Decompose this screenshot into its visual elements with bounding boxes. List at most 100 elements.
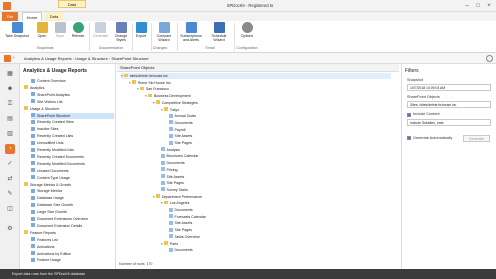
object-list-item[interactable]: Site Assets — [161, 174, 391, 180]
farm-icon[interactable]: ▤ — [5, 114, 15, 124]
object-list-item[interactable]: Documents — [169, 207, 391, 213]
minimize-icon[interactable]: – — [462, 2, 472, 10]
settings-rail-icon[interactable]: ⚙ — [5, 224, 15, 234]
object-list-item[interactable]: Documents — [169, 120, 391, 126]
close-icon[interactable]: × — [484, 2, 494, 10]
tab-file[interactable]: File — [2, 12, 18, 21]
breadcrumb-item[interactable]: Analytics & Usage Reports — [24, 56, 72, 61]
subscriptions-button[interactable]: Subscriptions and Alerts — [178, 22, 204, 44]
report-item[interactable]: Features List — [31, 237, 114, 243]
styles-icon — [115, 22, 127, 33]
object-list-item[interactable]: Documents — [161, 160, 391, 166]
dashboard-icon[interactable]: ▦ — [5, 69, 15, 79]
report-item[interactable]: Recently Modified Documents — [31, 161, 114, 167]
save-button[interactable]: Save — [52, 22, 68, 44]
report-item[interactable]: Activations — [31, 244, 114, 250]
report-item[interactable]: Activations by Edition — [31, 251, 114, 257]
object-site-item[interactable]: ▾ Tokyo — [161, 107, 391, 113]
include-content-select[interactable]: Include Subsites, Lists — [407, 119, 491, 126]
object-site-item[interactable]: ▾ sites/delete.itchouse.inc — [121, 73, 391, 79]
report-item[interactable]: SharePoint Analytics — [31, 92, 114, 98]
object-list-item[interactable]: Documents — [169, 247, 391, 253]
nav-rail: ▦ ☻ ⚿ ▤ ▥ ◔ ✓ ⇄ ✎ ◫ ⚙ — [0, 64, 20, 269]
change-styles-button[interactable]: Change Styles — [111, 22, 131, 44]
report-item[interactable]: Recently Created Sites — [31, 119, 114, 125]
object-list-item[interactable]: Payroll — [169, 127, 391, 133]
sites-icon[interactable]: ◫ — [5, 204, 15, 214]
object-site-item[interactable]: ▾ Paris — [161, 241, 391, 247]
report-item[interactable]: Recently Created Documents — [31, 154, 114, 160]
compare-wizard-button[interactable]: Compare Wizard — [153, 22, 175, 44]
export-label: Export — [135, 34, 147, 38]
object-list-item[interactable]: Survey Tasks — [161, 187, 391, 193]
object-site-item[interactable]: ▾ Competitive Strategies — [153, 100, 391, 106]
object-site-item[interactable]: ▾ Business Development — [145, 93, 391, 99]
object-list-item[interactable]: Annual Goals — [169, 113, 391, 119]
report-item[interactable]: Database Size Growth — [31, 202, 114, 208]
open-button[interactable]: Open — [34, 22, 50, 44]
site-icon — [131, 80, 136, 84]
report-category[interactable]: Usage & Structure — [24, 106, 114, 112]
reports-icon[interactable]: ▥ — [5, 129, 15, 139]
report-item[interactable]: Database Usage — [31, 195, 114, 201]
object-list-item[interactable]: Site Pages — [169, 227, 391, 233]
object-list-item[interactable]: Site Pages — [169, 140, 391, 146]
report-item[interactable]: Feature Usage — [31, 257, 114, 263]
object-site-item[interactable]: ▾ Department Performance — [153, 194, 391, 200]
users-icon[interactable]: ☻ — [5, 84, 15, 94]
generate-button[interactable]: Generate — [463, 135, 490, 142]
maximize-icon[interactable]: □ — [473, 2, 483, 10]
take-snapshot-button[interactable]: Take Snapshot — [3, 22, 31, 44]
compare-rail-icon[interactable]: ⇄ — [5, 174, 15, 184]
object-site-item[interactable]: ▾ San Francisco — [137, 86, 391, 92]
object-list-item[interactable]: Pricing — [161, 167, 391, 173]
schedule-wizard-button[interactable]: Schedule Wizard — [206, 22, 232, 44]
object-list-item[interactable]: Analysis — [161, 147, 391, 153]
export-button[interactable]: Export — [133, 22, 149, 44]
breadcrumb-item[interactable]: Usage & Structure — [75, 56, 108, 61]
object-list-item[interactable]: Brochures Calendar — [161, 153, 391, 159]
generate-ribbon-button[interactable]: Generate — [91, 22, 110, 44]
snapshot-select[interactable]: 10/7/2018 10:09:03 AM — [407, 84, 491, 91]
tab-home[interactable]: Home — [22, 12, 42, 21]
report-item[interactable]: Storage Metrics — [31, 188, 114, 194]
breadcrumb-item[interactable]: SharePoint Structure — [111, 56, 148, 61]
report-item[interactable]: Recently Modified Lists — [31, 147, 114, 153]
report-item[interactable]: Recently Created Lists — [31, 133, 114, 139]
report-category[interactable]: Analytics — [24, 85, 114, 91]
report-label: Database Usage — [37, 196, 64, 201]
object-list-item[interactable]: Site Assets — [169, 220, 391, 226]
report-item[interactable]: SharePoint Structure — [31, 112, 114, 119]
report-item[interactable]: Content Overview — [31, 78, 114, 84]
help-icon[interactable] — [486, 55, 493, 62]
back-icon[interactable]: ‹ — [13, 55, 15, 61]
report-category[interactable]: Storage Metrics & Growth — [24, 182, 114, 188]
sp-objects-select[interactable]: Sites: /sites/delete.itchouse.inc — [407, 101, 491, 108]
object-list-item[interactable]: Tasks Overview — [169, 234, 391, 240]
report-item[interactable]: Unused Documents — [31, 168, 114, 174]
report-item[interactable]: Unmodified Lists — [31, 140, 114, 146]
report-item[interactable]: Site Visitors List — [31, 99, 114, 105]
best-practices-icon[interactable]: ✓ — [5, 159, 15, 169]
report-item[interactable]: Inactive Sites — [31, 126, 114, 132]
subscriptions-icon — [185, 22, 197, 33]
home-icon[interactable] — [4, 55, 11, 62]
report-item[interactable]: Large Size Growth — [31, 209, 114, 215]
object-list-item[interactable]: Site Pages — [161, 180, 391, 186]
analytics-icon[interactable]: ◔ — [5, 144, 15, 154]
object-list-item[interactable]: Site Assets — [169, 133, 391, 139]
object-site-item[interactable]: ▾ Los Angeles — [161, 200, 391, 206]
report-item[interactable]: Content Type Usage — [31, 175, 114, 181]
report-category[interactable]: Feature Reports — [24, 230, 114, 236]
object-site-item[interactable]: ▾ Rome Ski House Inc. — [129, 80, 391, 86]
generate-auto-checkbox[interactable] — [407, 136, 411, 140]
refresh-button[interactable]: Refresh — [69, 22, 87, 44]
options-button[interactable]: Options — [237, 22, 257, 44]
report-item[interactable]: Document Extension Details — [31, 223, 114, 229]
tab-data[interactable]: Data — [45, 12, 63, 21]
permissions-icon[interactable]: ⚿ — [5, 99, 15, 109]
object-list-item[interactable]: Forecasts Calendar — [169, 214, 391, 220]
report-item[interactable]: Document Extensions Overview — [31, 216, 114, 222]
tools-icon[interactable]: ✎ — [5, 189, 15, 199]
include-content-checkbox[interactable] — [407, 113, 411, 117]
